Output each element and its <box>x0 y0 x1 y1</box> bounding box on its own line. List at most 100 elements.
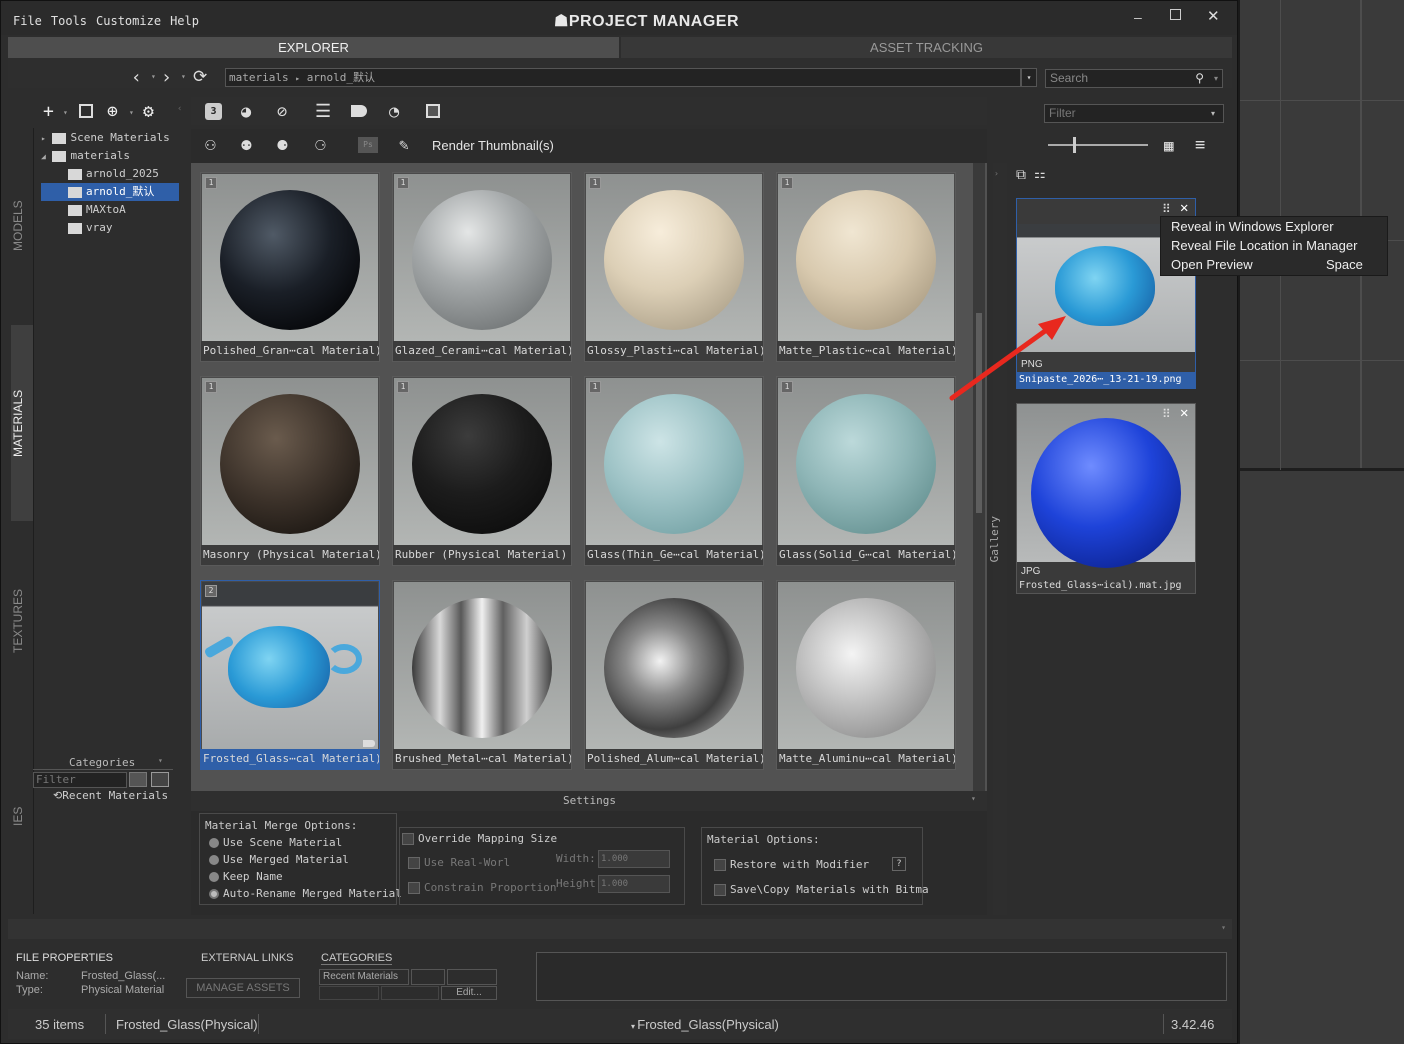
new-category-icon[interactable] <box>151 772 169 787</box>
forward-dropdown-icon[interactable]: ▾ <box>181 72 186 81</box>
categories-header[interactable]: Categories <box>69 756 135 769</box>
tab-asset-tracking[interactable]: ASSET TRACKING <box>621 37 1232 58</box>
material-thumbnail[interactable]: Matte_Aluminu⋯cal Material) <box>776 580 956 770</box>
tree-item-vray[interactable]: vray <box>41 219 179 237</box>
tag-icon[interactable] <box>351 105 367 117</box>
material-thumbnail[interactable]: Polished_Alum⋯cal Material) <box>584 580 764 770</box>
recent-materials-item[interactable]: ⟲Recent Materials <box>53 789 168 802</box>
manage-assets-button[interactable]: MANAGE ASSETS <box>186 978 300 998</box>
menu-item-open-preview[interactable]: Open Preview <box>1171 257 1253 272</box>
replace-material-icon[interactable]: ⚆ <box>315 134 326 155</box>
edit-categories-button[interactable]: Edit... <box>441 986 497 1000</box>
search-dropdown-icon[interactable]: ▾ <box>1214 70 1218 87</box>
menu-item-reveal-in-manager[interactable]: Reveal File Location in Manager <box>1171 238 1357 253</box>
keep-name-radio[interactable]: Keep Name <box>209 868 402 885</box>
menu-help[interactable]: Help <box>170 14 199 28</box>
constrain-proportion-checkbox[interactable]: Constrain Proportion <box>408 879 556 896</box>
back-icon[interactable]: ‹ <box>131 67 142 88</box>
status-center[interactable]: ▾ Frosted_Glass(Physical) <box>631 1017 779 1032</box>
material-thumbnail[interactable]: 1 Masonry (Physical Material) <box>200 376 380 566</box>
properties-splitter[interactable]: ▾ <box>8 919 1232 939</box>
copy-icon[interactable] <box>129 772 147 787</box>
list-view-icon[interactable]: ☰ <box>315 101 331 122</box>
render-thumbnails-button[interactable]: Render Thumbnail(s) <box>432 138 554 153</box>
material-thumbnail[interactable]: 1 Polished_Gran⋯cal Material) <box>200 172 380 362</box>
tab-explorer[interactable]: EXPLORER <box>8 37 619 58</box>
grid-scrollbar[interactable] <box>973 163 985 791</box>
gear-icon[interactable]: ⚙ <box>143 101 154 122</box>
edit-icon[interactable]: ✎ <box>399 135 409 154</box>
help-button[interactable]: ? <box>892 857 906 871</box>
material-thumbnail[interactable]: 1 Glass(Thin_Ge⋯cal Material) <box>584 376 764 566</box>
menu-customize[interactable]: Customize <box>96 14 161 28</box>
grip-icon[interactable]: ⠿ <box>1162 407 1171 421</box>
tree-item-materials[interactable]: ◢ materials <box>41 147 179 165</box>
forward-icon[interactable]: › <box>161 67 172 88</box>
minimize-button[interactable]: – <box>1134 9 1142 25</box>
thumbnail-size-slider[interactable] <box>1048 144 1148 146</box>
side-tab-materials[interactable]: MATERIALS <box>11 325 33 521</box>
multi-apply-icon[interactable]: ⚉ <box>241 134 252 155</box>
path-segment-materials[interactable]: materials <box>229 71 289 84</box>
tree-item-arnold-2025[interactable]: arnold_2025 <box>41 165 179 183</box>
back-dropdown-icon[interactable]: ▾ <box>151 72 156 81</box>
merge-material-icon[interactable]: ⚈ <box>277 134 288 155</box>
search-input[interactable]: Search ⚲ ▾ <box>1045 69 1223 88</box>
copy-window-icon[interactable] <box>426 104 440 118</box>
height-spinner[interactable]: 1.000 <box>598 875 670 893</box>
remove-icon[interactable]: ✕ <box>1180 200 1188 216</box>
path-dropdown-icon[interactable]: ▾ <box>1021 68 1037 87</box>
restore-modifier-checkbox[interactable]: Restore with Modifier <box>714 856 869 873</box>
sort-icon[interactable]: ≡ <box>1195 135 1205 155</box>
category-cell[interactable]: Recent Materials <box>319 969 409 985</box>
settings-header[interactable]: Settings ▾ <box>191 791 987 811</box>
material-thumbnail[interactable]: Brushed_Metal⋯cal Material) <box>392 580 572 770</box>
gallery-add-icon[interactable]: ⧉ <box>1016 167 1026 183</box>
save-copy-bitmaps-checkbox[interactable]: Save\Copy Materials with Bitma <box>714 881 929 898</box>
material-count-icon[interactable]: 3 <box>205 103 222 120</box>
tree-item-arnold-default[interactable]: arnold_默认 <box>41 183 179 201</box>
path-bar[interactable]: materials ▸ arnold_默认 <box>225 68 1021 87</box>
gallery-settings-icon[interactable]: ⚏ <box>1034 167 1046 182</box>
path-segment-current[interactable]: arnold_默认 <box>307 71 375 84</box>
slider-handle[interactable] <box>1073 137 1076 153</box>
material-thumbnail[interactable]: 1 Glossy_Plasti⋯cal Material) <box>584 172 764 362</box>
tree-item-scene-materials[interactable]: ▸ Scene Materials <box>41 129 179 147</box>
side-tab-ies[interactable]: IES <box>11 791 33 841</box>
use-scene-material-radio[interactable]: Use Scene Material <box>209 834 402 851</box>
material-thumbnail[interactable]: 1 Rubber (Physical Material) <box>392 376 572 566</box>
grip-icon[interactable]: ⠿ <box>1162 202 1171 216</box>
filter-input[interactable]: Filter ▾ <box>1044 104 1224 123</box>
menu-tools[interactable]: Tools <box>51 14 87 28</box>
menu-file[interactable]: File <box>13 14 42 28</box>
maximize-button[interactable] <box>1170 9 1181 20</box>
material-ball-icon[interactable]: ◔ <box>389 102 399 122</box>
use-merged-material-radio[interactable]: Use Merged Material <box>209 851 402 868</box>
remove-icon[interactable]: ✕ <box>1180 405 1188 421</box>
use-real-world-checkbox[interactable]: Use Real-Worl <box>408 854 510 871</box>
override-mapping-checkbox[interactable]: Override Mapping Size <box>402 830 557 847</box>
categories-dropdown-icon[interactable]: ▾ <box>158 756 163 765</box>
gallery-item[interactable]: ⠿ ✕ JPG Frosted_Glass⋯ical).mat.jpg <box>1016 403 1196 594</box>
material-thumbnail[interactable]: 1 Glazed_Cerami⋯cal Material) <box>392 172 572 362</box>
categories-filter-input[interactable]: Filter <box>33 772 127 788</box>
material-thumbnail[interactable]: 1 Matte_Plastic⋯cal Material) <box>776 172 956 362</box>
side-tab-textures[interactable]: TEXTURES <box>11 561 33 681</box>
refresh-icon[interactable]: ⟳ <box>193 67 207 87</box>
grid-view-icon[interactable]: ▦ <box>1164 136 1174 155</box>
add-icon[interactable]: + <box>43 101 54 122</box>
hide-icon[interactable]: ⊘ <box>277 102 287 122</box>
apply-material-icon[interactable]: ⚇ <box>205 134 216 155</box>
side-tab-models[interactable]: MODELS <box>11 181 33 271</box>
globe-icon[interactable]: ⊕ <box>107 101 118 122</box>
width-spinner[interactable]: 1.000 <box>598 850 670 868</box>
sphere-preview-icon[interactable]: ◕ <box>241 102 251 122</box>
auto-rename-radio[interactable]: Auto-Rename Merged Material <box>209 885 402 902</box>
close-button[interactable]: ✕ <box>1207 7 1220 25</box>
material-thumbnail-selected[interactable]: 2 Frosted_Glass⋯cal Material) <box>200 580 380 770</box>
window-icon[interactable] <box>79 104 93 118</box>
photoshop-icon[interactable]: Ps <box>358 137 378 153</box>
collapse-left-icon[interactable]: ‹ <box>177 104 182 114</box>
tree-item-maxtoa[interactable]: MAXtoA <box>41 201 179 219</box>
expand-gallery-icon[interactable]: › <box>994 169 999 178</box>
